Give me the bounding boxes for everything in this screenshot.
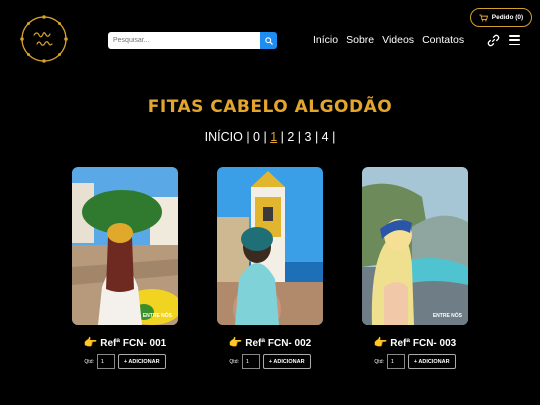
search-input[interactable] bbox=[108, 32, 260, 49]
quantity-input[interactable]: 1 bbox=[386, 354, 405, 369]
pager-page-4[interactable]: 4 bbox=[322, 130, 329, 144]
photo-watermark: ENTRE NÓS bbox=[432, 313, 462, 319]
add-button[interactable]: + ADICIONAR bbox=[407, 354, 456, 369]
cart-label: Pedido (0) bbox=[491, 14, 524, 21]
add-button[interactable]: + ADICIONAR bbox=[117, 354, 166, 369]
search-button[interactable] bbox=[260, 32, 277, 49]
main-nav: Início Sobre Videos Contatos bbox=[313, 34, 464, 46]
site-logo[interactable] bbox=[19, 14, 69, 64]
product-ref: 👉 Refª FCN- 003 bbox=[373, 337, 457, 349]
add-to-cart-row: Qtd: 1 + ADICIONAR bbox=[72, 354, 178, 369]
qty-label: Qtd: bbox=[229, 358, 239, 365]
add-to-cart-row: Qtd: 1 + ADICIONAR bbox=[362, 354, 468, 369]
pointing-hand-icon: 👉 bbox=[228, 337, 243, 349]
quantity-input[interactable]: 1 bbox=[241, 354, 260, 369]
pagination: INÍCIO | 0 | 1 | 2 | 3 | 4 | bbox=[204, 130, 336, 144]
pager-start[interactable]: INÍCIO bbox=[205, 130, 243, 144]
menu-icon[interactable] bbox=[509, 35, 520, 45]
photo-watermark: ENTRE NÓS bbox=[142, 313, 172, 319]
nav-contatos[interactable]: Contatos bbox=[422, 34, 464, 46]
product-ref: 👉 Refª FCN- 001 bbox=[83, 337, 167, 349]
qty-label: Qtd: bbox=[84, 358, 94, 365]
pointing-hand-icon: 👉 bbox=[373, 337, 388, 349]
product-card: 👉 Refª FCN- 002 Qtd: 1 + ADICIONAR bbox=[217, 167, 323, 369]
product-photo[interactable]: ENTRE NÓS bbox=[72, 167, 178, 325]
search-bar bbox=[108, 32, 277, 49]
nav-videos[interactable]: Videos bbox=[382, 34, 414, 46]
cart-button[interactable]: Pedido (0) bbox=[470, 8, 532, 27]
pager-page-0[interactable]: 0 bbox=[253, 130, 260, 144]
pager-page-2[interactable]: 2 bbox=[287, 130, 294, 144]
add-to-cart-row: Qtd: 1 + ADICIONAR bbox=[217, 354, 323, 369]
product-ref: 👉 Refª FCN- 002 bbox=[228, 337, 312, 349]
product-card: ENTRE NÓS 👉 Refª FCN- 003 Qtd: 1 + ADICI… bbox=[362, 167, 468, 369]
pager-page-1[interactable]: 1 bbox=[270, 130, 277, 144]
search-icon bbox=[264, 36, 273, 45]
product-photo[interactable]: ENTRE NÓS bbox=[362, 167, 468, 325]
pager-page-3[interactable]: 3 bbox=[305, 130, 312, 144]
nav-sobre[interactable]: Sobre bbox=[346, 34, 374, 46]
add-button[interactable]: + ADICIONAR bbox=[262, 354, 311, 369]
pointing-hand-icon: 👉 bbox=[83, 337, 98, 349]
cart-icon bbox=[479, 14, 488, 22]
page-title: FITAS CABELO ALGODÃO bbox=[147, 97, 393, 117]
qty-label: Qtd: bbox=[374, 358, 384, 365]
product-card: ENTRE NÓS 👉 Refª FCN- 001 Qtd: 1 + ADICI… bbox=[72, 167, 178, 369]
product-photo[interactable] bbox=[217, 167, 323, 325]
nav-inicio[interactable]: Início bbox=[313, 34, 338, 46]
quantity-input[interactable]: 1 bbox=[96, 354, 115, 369]
link-icon[interactable] bbox=[487, 34, 500, 47]
